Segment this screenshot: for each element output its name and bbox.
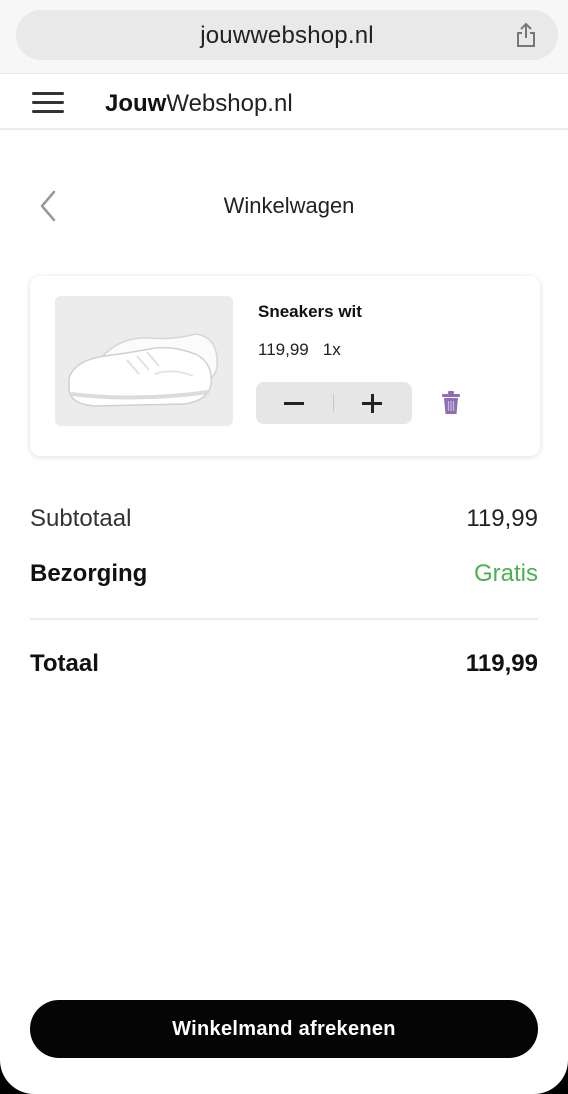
subtotal-row: Subtotaal 119,99 <box>30 505 538 537</box>
logo-light-text: Webshop.nl <box>166 90 293 117</box>
minus-icon <box>284 402 304 405</box>
address-bar[interactable]: jouwwebshop.nl <box>16 10 558 60</box>
cart-item-card: Sneakers wit 119,99 1x <box>30 276 540 456</box>
url-text[interactable]: jouwwebshop.nl <box>16 22 558 50</box>
product-name[interactable]: Sneakers wit <box>258 302 362 322</box>
product-image[interactable] <box>55 296 233 426</box>
quantity-stepper <box>256 382 412 424</box>
hamburger-menu-icon[interactable] <box>32 92 64 114</box>
subtotal-value: 119,99 <box>466 505 538 532</box>
white-sneakers-image <box>55 296 233 426</box>
subtotal-label: Subtotaal <box>30 505 132 532</box>
delivery-label: Bezorging <box>30 560 148 587</box>
total-label: Totaal <box>30 650 99 677</box>
decrease-quantity-button[interactable] <box>256 382 334 424</box>
share-icon[interactable] <box>514 22 538 48</box>
site-header: JouwWebshop.nl <box>0 74 568 130</box>
trash-icon[interactable] <box>440 390 462 416</box>
site-logo[interactable]: JouwWebshop.nl <box>105 90 293 118</box>
phone-screen: jouwwebshop.nl JouwWebshop.nl Winkelwage… <box>0 0 568 1094</box>
divider <box>30 618 538 620</box>
checkout-button[interactable]: Winkelmand afrekenen <box>30 1000 538 1058</box>
delivery-value: Gratis <box>473 560 538 587</box>
product-price: 119,99 <box>258 340 309 359</box>
total-row: Totaal 119,99 <box>30 650 538 682</box>
total-value: 119,99 <box>465 650 538 677</box>
logo-bold-text: Jouw <box>105 90 167 117</box>
page-title: Winkelwagen <box>223 193 355 218</box>
browser-toolbar: jouwwebshop.nl <box>0 0 568 74</box>
delivery-row: Bezorging Gratis <box>30 560 538 592</box>
product-price-line: 119,99 1x <box>258 340 341 360</box>
increase-quantity-button[interactable] <box>334 382 412 424</box>
product-quantity: 1x <box>322 340 341 359</box>
